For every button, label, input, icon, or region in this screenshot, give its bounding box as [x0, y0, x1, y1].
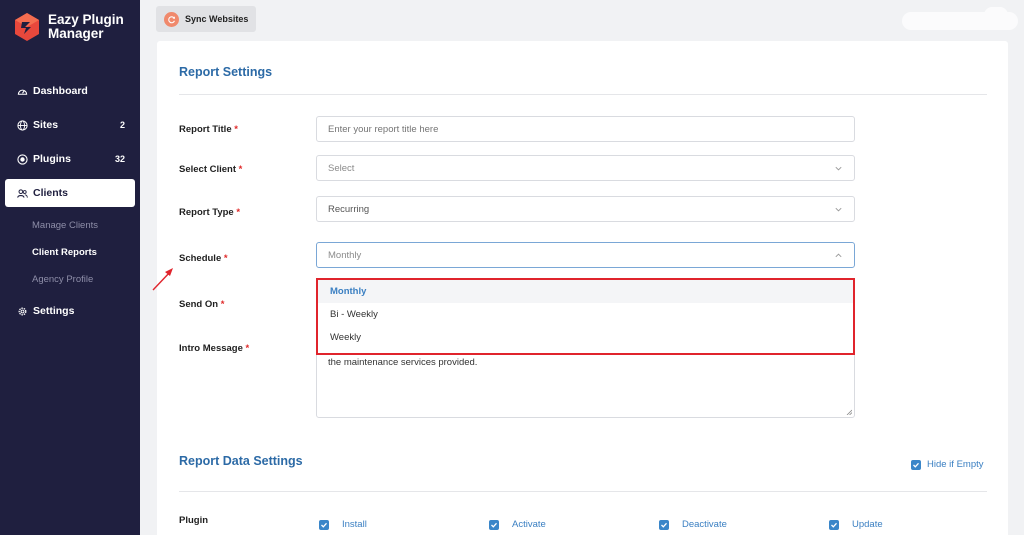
schedule-options-list: Monthly Bi - Weekly Weekly [316, 278, 855, 355]
refresh-icon [164, 11, 179, 27]
brand-name-line1: Eazy Plugin [48, 12, 124, 27]
sidebar-item-plugins[interactable]: Plugins 32 [5, 145, 135, 173]
intro-message-text: the maintenance services provided. [328, 357, 478, 368]
report-settings-card: Report Settings Report Title * Select Cl… [157, 41, 1008, 535]
plugin-install-checkbox[interactable]: Install [319, 519, 367, 530]
select-client-value: Select [328, 162, 355, 174]
sidebar-subitem-client-reports[interactable]: Client Reports [32, 247, 97, 258]
users-icon [16, 187, 28, 199]
checkbox-checked-icon [319, 519, 329, 530]
sync-websites-button[interactable]: Sync Websites [156, 6, 256, 32]
plugin-update-checkbox[interactable]: Update [829, 519, 883, 530]
report-type-label: Report Type * [179, 207, 241, 218]
annotation-arrow-icon [152, 268, 173, 291]
sites-count-badge: 2 [119, 120, 125, 130]
report-settings-title: Report Settings [179, 65, 273, 79]
report-title-label: Report Title * [179, 124, 238, 135]
eazy-plugin-logo-icon [15, 13, 39, 41]
sidebar-item-label: Plugins [33, 153, 71, 165]
chevron-up-icon [835, 253, 842, 258]
report-type-value: Recurring [328, 203, 370, 215]
sidebar-item-settings[interactable]: Settings [5, 297, 135, 325]
sync-websites-label: Sync Websites [185, 14, 249, 24]
send-on-label: Send On * [179, 299, 225, 310]
brand-name-line2: Manager [48, 26, 104, 41]
plugin-option-label: Activate [512, 519, 546, 530]
chevron-down-icon [835, 207, 842, 212]
sidebar-item-dashboard[interactable]: Dashboard [5, 77, 135, 105]
divider [179, 491, 987, 492]
sidebar-subitem-agency-profile[interactable]: Agency Profile [32, 274, 93, 285]
sidebar-item-label: Settings [33, 305, 75, 317]
select-client-label: Select Client * [179, 164, 243, 175]
gear-icon [16, 305, 28, 317]
plugin-activate-checkbox[interactable]: Activate [489, 519, 546, 530]
plugin-option-label: Deactivate [682, 519, 727, 530]
schedule-label: Schedule * [179, 253, 228, 264]
plugin-deactivate-checkbox[interactable]: Deactivate [659, 519, 727, 530]
schedule-value: Monthly [328, 249, 362, 261]
globe-icon [16, 119, 28, 131]
plugin-option-label: Update [852, 519, 883, 530]
sidebar-item-label: Sites [33, 119, 59, 131]
intro-message-label: Intro Message * [179, 343, 250, 354]
checkbox-checked-icon [829, 519, 839, 530]
sidebar-item-sites[interactable]: Sites 2 [5, 111, 135, 139]
sidebar-item-clients[interactable]: Clients [5, 179, 135, 207]
plugins-count-badge: 32 [114, 154, 125, 164]
plugin-icon [16, 153, 28, 165]
schedule-option-bi-weekly[interactable]: Bi - Weekly [318, 303, 853, 326]
dashboard-gauge-icon [16, 85, 28, 97]
sidebar-subitem-manage-clients[interactable]: Manage Clients [32, 220, 98, 231]
schedule-option-weekly[interactable]: Weekly [318, 326, 853, 349]
schedule-option-monthly[interactable]: Monthly [318, 280, 853, 303]
checkbox-checked-icon [911, 459, 921, 470]
plugin-option-label: Install [342, 519, 367, 530]
user-menu-cap [984, 7, 1008, 23]
checkbox-checked-icon [489, 519, 499, 530]
report-data-settings-title: Report Data Settings [179, 454, 303, 468]
sidebar-item-label: Dashboard [33, 85, 88, 97]
hide-if-empty-label: Hide if Empty [927, 459, 984, 470]
sidebar-item-label: Clients [33, 187, 69, 199]
sidebar: Eazy Plugin Manager Dashboard Sites 2 Pl… [0, 0, 140, 535]
report-type-dropdown[interactable]: Recurring [316, 196, 855, 222]
intro-message-textarea[interactable]: the maintenance services provided. [316, 346, 855, 418]
plugin-row-label: Plugin [179, 515, 209, 526]
schedule-dropdown[interactable]: Monthly [316, 242, 855, 268]
resize-handle-icon[interactable] [846, 409, 852, 415]
brand-logo[interactable]: Eazy Plugin Manager [14, 12, 124, 42]
checkbox-checked-icon [659, 519, 669, 530]
chevron-down-icon [835, 166, 842, 171]
divider [179, 94, 987, 95]
select-client-dropdown[interactable]: Select [316, 155, 855, 181]
hide-if-empty-checkbox[interactable]: Hide if Empty [911, 459, 984, 470]
report-title-input[interactable] [316, 116, 855, 142]
